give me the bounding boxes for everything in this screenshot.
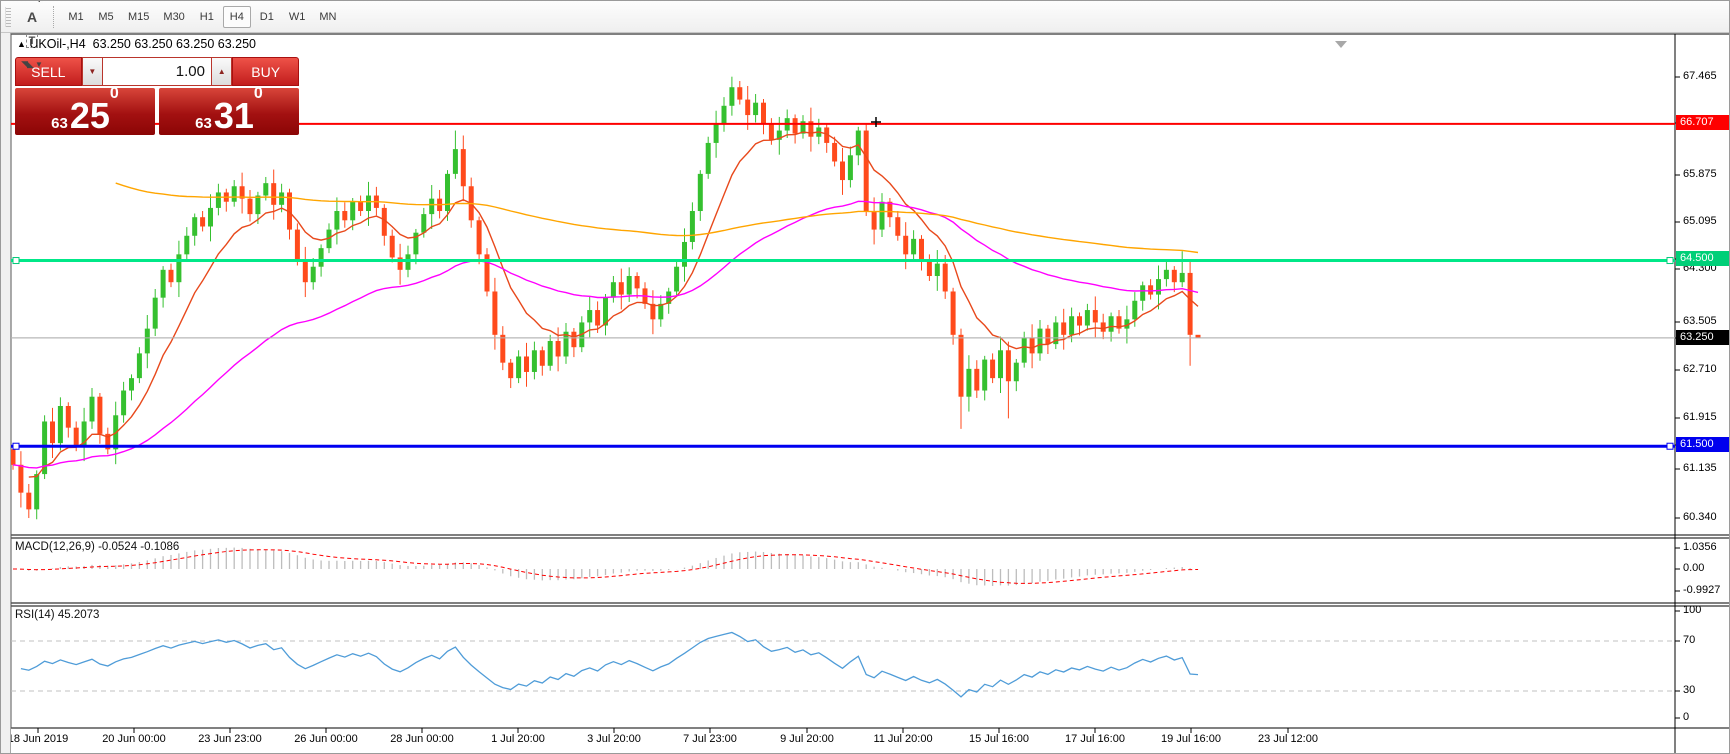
time-axis-label: 7 Jul 23:00 bbox=[683, 733, 737, 745]
macd-signal-line bbox=[13, 550, 1198, 584]
macd-axis-tick: 1.0356 bbox=[1683, 541, 1717, 553]
time-axis-label: 23 Jul 12:00 bbox=[1258, 733, 1318, 745]
toolbar-grip[interactable] bbox=[5, 7, 11, 27]
macd-values: -0.0524 -0.1086 bbox=[98, 541, 179, 553]
line-anchor-handle bbox=[13, 258, 19, 264]
timeframe-button-w1[interactable]: W1 bbox=[283, 6, 312, 28]
time-axis-label: 1 Jul 20:00 bbox=[491, 733, 545, 745]
volume-decrease-button[interactable]: ▼ bbox=[82, 57, 103, 86]
rsi-axis-tick: 0 bbox=[1683, 711, 1689, 723]
timeframe-button-m1[interactable]: M1 bbox=[62, 6, 90, 28]
buy-price-sup: 0 bbox=[254, 86, 263, 101]
sell-price-prefix: 63 bbox=[51, 116, 68, 131]
sell-price-big: 25 bbox=[70, 101, 110, 131]
price-axis-badge: 61.500 bbox=[1676, 437, 1730, 452]
line-anchor-handle bbox=[1667, 258, 1673, 264]
price-axis-badge: 66.707 bbox=[1676, 115, 1730, 130]
sell-price-tile[interactable]: 63 25 0 bbox=[15, 88, 155, 135]
trading-platform-window: EFAT◥◣▼ M1M5M15M30H1H4D1W1MN ▲ UKOil-,H4… bbox=[0, 0, 1730, 754]
moving-average-line bbox=[116, 183, 1198, 252]
buy-button[interactable]: BUY bbox=[232, 57, 299, 86]
macd-axis-tick: 0.00 bbox=[1683, 562, 1704, 574]
time-axis-label: 19 Jul 16:00 bbox=[1161, 733, 1221, 745]
macd-histogram bbox=[13, 548, 1198, 586]
volume-input[interactable] bbox=[103, 57, 211, 86]
fibonacci-tool-icon[interactable]: F bbox=[19, 0, 45, 5]
buy-price-tile[interactable]: 63 31 0 bbox=[159, 88, 299, 135]
timeframe-button-mn[interactable]: MN bbox=[313, 6, 342, 28]
text-label-tool-icon[interactable]: T bbox=[19, 29, 45, 53]
price-axis-badge: 64.500 bbox=[1676, 251, 1730, 266]
buy-price-big: 31 bbox=[214, 101, 254, 131]
time-axis-label: 3 Jul 20:00 bbox=[587, 733, 641, 745]
time-axis-label: 15 Jul 16:00 bbox=[969, 733, 1029, 745]
timeframe-toolbar: M1M5M15M30H1H4D1W1MN bbox=[61, 6, 343, 28]
price-axis-badge: 63.250 bbox=[1676, 330, 1730, 345]
line-studies-toolbar: EFAT◥◣▼ bbox=[17, 0, 47, 77]
line-anchor-handle bbox=[13, 443, 19, 449]
time-axis-label: 26 Jun 00:00 bbox=[294, 733, 358, 745]
macd-axis-tick: -0.9927 bbox=[1683, 584, 1720, 596]
text-tool-icon[interactable]: A bbox=[19, 5, 45, 29]
volume-increase-button[interactable]: ▲ bbox=[211, 57, 232, 86]
time-axis-label: 20 Jun 00:00 bbox=[102, 733, 166, 745]
line-anchor-handle bbox=[1667, 443, 1673, 449]
price-axis-tick: 61.135 bbox=[1683, 462, 1717, 474]
timeframe-button-m15[interactable]: M15 bbox=[122, 6, 155, 28]
time-axis-label: 11 Jul 20:00 bbox=[873, 733, 932, 745]
macd-indicator-label: MACD(12,26,9) -0.0524 -0.1086 bbox=[15, 541, 179, 553]
arrow-objects-tool-icon[interactable]: ◥◣▼ bbox=[19, 53, 45, 77]
timeframe-button-m5[interactable]: M5 bbox=[92, 6, 120, 28]
time-axis-label: 17 Jul 16:00 bbox=[1065, 733, 1125, 745]
rsi-line bbox=[21, 633, 1198, 697]
rsi-axis-tick: 70 bbox=[1683, 634, 1695, 646]
price-axis-tick: 60.340 bbox=[1683, 511, 1717, 523]
price-axis-tick: 61.915 bbox=[1683, 411, 1717, 423]
time-axis-label: 18 Jun 2019 bbox=[8, 733, 69, 745]
sell-price-sup: 0 bbox=[110, 86, 119, 101]
buy-price-prefix: 63 bbox=[195, 116, 212, 131]
toolbar-separator bbox=[53, 6, 55, 28]
one-click-trading-panel: SELL ▼ ▲ BUY 63 25 0 63 31 0 bbox=[15, 57, 299, 135]
timeframe-button-m30[interactable]: M30 bbox=[157, 6, 190, 28]
moving-average-line bbox=[29, 132, 1198, 477]
rsi-value: 45.2073 bbox=[58, 609, 100, 621]
chart-shift-marker bbox=[1335, 41, 1347, 48]
time-axis-label: 28 Jun 00:00 bbox=[390, 733, 454, 745]
timeframe-button-h4[interactable]: H4 bbox=[223, 6, 251, 28]
time-axis-label: 9 Jul 20:00 bbox=[780, 733, 834, 745]
price-axis-tick: 62.710 bbox=[1683, 363, 1717, 375]
left-edge-strip bbox=[1, 32, 11, 754]
ohlc-quote-label: 63.250 63.250 63.250 63.250 bbox=[93, 37, 256, 51]
rsi-axis-tick: 30 bbox=[1683, 684, 1695, 696]
toolbar: EFAT◥◣▼ M1M5M15M30H1H4D1W1MN bbox=[1, 1, 1730, 33]
price-axis-tick: 63.505 bbox=[1683, 315, 1717, 327]
price-axis-tick: 65.875 bbox=[1683, 168, 1717, 180]
timeframe-button-h1[interactable]: H1 bbox=[193, 6, 221, 28]
timeframe-button-d1[interactable]: D1 bbox=[253, 6, 281, 28]
rsi-axis-tick: 100 bbox=[1683, 604, 1701, 616]
chart-title-row: ▲ UKOil-,H4 63.250 63.250 63.250 63.250 bbox=[17, 37, 256, 51]
price-axis-tick: 65.095 bbox=[1683, 215, 1717, 227]
price-axis-tick: 67.465 bbox=[1683, 70, 1717, 82]
time-axis-label: 23 Jun 23:00 bbox=[198, 733, 262, 745]
rsi-indicator-label: RSI(14) 45.2073 bbox=[15, 609, 99, 621]
